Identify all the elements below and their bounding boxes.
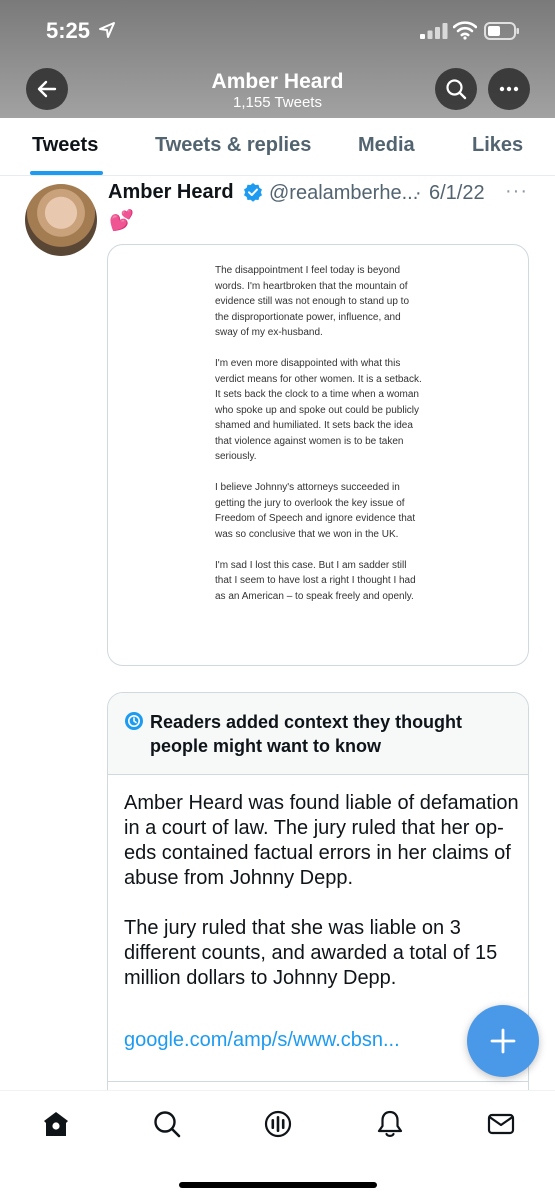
tab-tweets-replies[interactable]: Tweets & replies xyxy=(155,134,311,157)
avatar[interactable] xyxy=(25,184,97,256)
home-icon[interactable] xyxy=(41,1109,71,1139)
location-arrow-icon xyxy=(99,22,115,38)
tab-likes[interactable]: Likes xyxy=(472,134,523,157)
status-time: 5:25 xyxy=(46,18,91,43)
spaces-icon[interactable] xyxy=(263,1109,293,1139)
tweet-more-button[interactable]: ··· xyxy=(505,180,528,203)
tab-media[interactable]: Media xyxy=(358,134,415,157)
author-name[interactable]: Amber Heard xyxy=(108,181,234,204)
statement-paragraph: I'm even more disappointed with what thi… xyxy=(215,358,422,462)
community-note-link[interactable]: google.com/amp/s/www.cbsn... xyxy=(124,1029,400,1052)
more-icon xyxy=(499,86,519,92)
signal-icon xyxy=(420,23,448,39)
tweet-date[interactable]: 6/1/22 xyxy=(429,182,485,205)
statement-paragraph: I'm sad I lost this case. But I am sadde… xyxy=(215,559,416,602)
status-bar: 5:25 xyxy=(0,0,555,60)
community-note[interactable]: Readers added context they thought peopl… xyxy=(107,692,529,1112)
statement-text: The disappointment I feel today is beyon… xyxy=(215,263,425,620)
active-tab-indicator xyxy=(30,171,103,175)
compose-tweet-button[interactable] xyxy=(467,1005,539,1077)
divider xyxy=(108,1081,528,1082)
community-note-body: Amber Heard was found liable of defamati… xyxy=(124,791,519,1016)
community-note-paragraph: The jury ruled that she was liable on 3 … xyxy=(124,917,498,989)
profile-header: 5:25 Amber Heard 1,155 Tweets xyxy=(0,0,555,118)
meta-separator: · xyxy=(415,182,422,204)
more-options-button[interactable] xyxy=(488,68,530,110)
community-notes-icon xyxy=(125,712,143,730)
home-indicator[interactable] xyxy=(179,1182,377,1188)
messages-icon[interactable] xyxy=(486,1109,516,1139)
wifi-icon xyxy=(453,21,477,40)
statement-paragraph: I believe Johnny's attorneys succeeded i… xyxy=(215,482,416,540)
statement-paragraph: The disappointment I feel today is beyon… xyxy=(215,265,410,338)
community-note-header: Readers added context they thought peopl… xyxy=(108,693,528,775)
plus-icon xyxy=(490,1028,516,1054)
tab-tweets[interactable]: Tweets xyxy=(32,134,98,157)
community-note-paragraph: Amber Heard was found liable of defamati… xyxy=(124,792,519,889)
tweet-image[interactable]: The disappointment I feel today is beyon… xyxy=(107,244,529,666)
notifications-icon[interactable] xyxy=(375,1109,405,1139)
community-note-title: Readers added context they thought peopl… xyxy=(150,712,463,756)
author-handle[interactable]: @realamberhe... xyxy=(269,182,418,205)
search-button[interactable] xyxy=(435,68,477,110)
search-icon xyxy=(446,79,467,100)
tweet-text: 💕 xyxy=(109,210,134,232)
verified-badge-icon xyxy=(244,183,262,202)
battery-icon xyxy=(484,22,519,40)
profile-tabs: Tweets Tweets & replies Media Likes xyxy=(0,118,555,176)
search-icon[interactable] xyxy=(152,1109,182,1139)
